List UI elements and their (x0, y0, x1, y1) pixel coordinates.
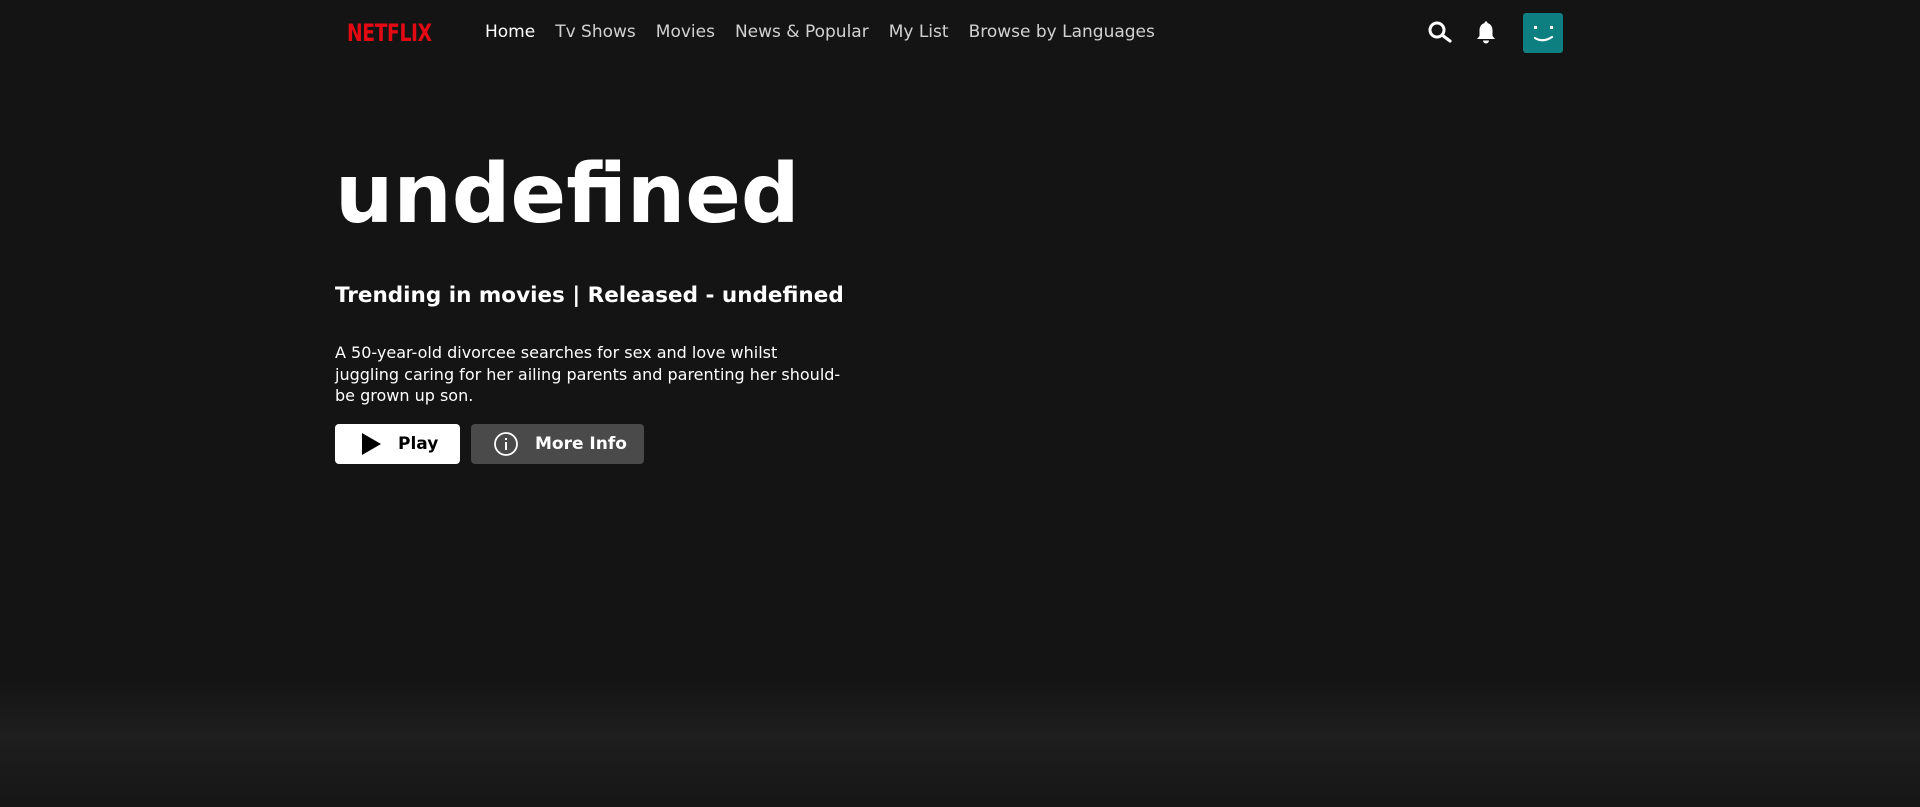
page: NETFLIX Home Tv Shows Movies News & Popu… (0, 0, 1920, 807)
nav-item-my-list[interactable]: My List (889, 21, 949, 43)
main-nav: Home Tv Shows Movies News & Popular My L… (485, 21, 1175, 43)
nav-item-home[interactable]: Home (485, 21, 535, 43)
profile-avatar[interactable] (1523, 13, 1563, 53)
search-icon (1428, 21, 1452, 43)
top-navbar: NETFLIX Home Tv Shows Movies News & Popu… (0, 0, 1920, 66)
nav-actions (1420, 13, 1563, 53)
nav-item-movies[interactable]: Movies (656, 21, 715, 43)
nav-item-browse-by-languages[interactable]: Browse by Languages (969, 21, 1155, 43)
info-icon (493, 431, 519, 457)
hero-title: undefined (335, 147, 800, 242)
hero-buttons: Play More Info (335, 424, 644, 464)
logo-text: NETFLIX (347, 19, 432, 47)
play-button[interactable]: Play (335, 424, 460, 464)
play-button-label: Play (398, 434, 439, 454)
notifications-button[interactable] (1466, 13, 1506, 53)
avatar-smile-icon (1533, 26, 1554, 42)
bottom-gradient (0, 677, 1920, 807)
more-info-button-label: More Info (535, 434, 627, 454)
nav-item-tv-shows[interactable]: Tv Shows (555, 21, 636, 43)
search-button[interactable] (1420, 13, 1460, 53)
play-icon (360, 432, 382, 456)
bell-icon (1477, 21, 1495, 44)
nav-item-news-popular[interactable]: News & Popular (735, 21, 869, 43)
netflix-logo[interactable]: NETFLIX (347, 18, 455, 48)
more-info-button[interactable]: More Info (471, 424, 644, 464)
hero-subtitle: Trending in movies | Released - undefine… (335, 283, 844, 308)
hero-description: A 50-year-old divorcee searches for sex … (335, 343, 841, 405)
